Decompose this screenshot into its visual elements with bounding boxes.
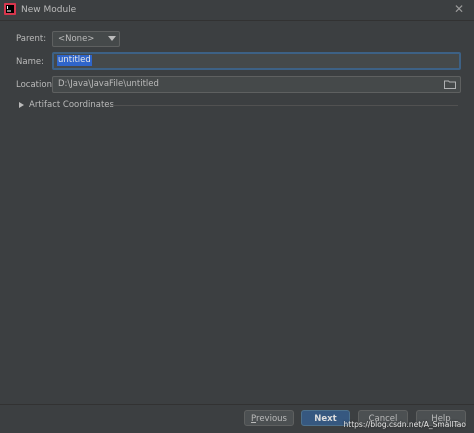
close-icon[interactable]: ✕ xyxy=(452,2,466,16)
name-input-value: untitled xyxy=(57,55,92,66)
previous-label: revious xyxy=(256,414,287,424)
parent-label: Parent: xyxy=(16,34,47,44)
parent-select[interactable]: <None> xyxy=(52,31,120,47)
footer-divider xyxy=(0,404,474,405)
intellij-icon xyxy=(4,3,16,15)
window-title: New Module xyxy=(21,5,77,15)
location-input-value: D:\Java\JavaFile\untitled xyxy=(58,79,159,89)
title-bar: New Module ✕ xyxy=(0,0,474,21)
previous-button[interactable]: Previous xyxy=(244,410,294,426)
location-label: Location: xyxy=(16,80,55,90)
chevron-down-icon xyxy=(108,36,116,41)
name-label: Name: xyxy=(16,57,44,67)
watermark: https://blog.csdn.net/A_SmallTao xyxy=(343,420,466,429)
section-divider xyxy=(108,105,458,106)
parent-select-value: <None> xyxy=(58,34,95,44)
location-input[interactable]: D:\Java\JavaFile\untitled xyxy=(52,76,461,93)
name-input[interactable]: untitled xyxy=(52,52,461,70)
folder-icon[interactable] xyxy=(444,80,456,89)
artifact-coordinates-label: Artifact Coordinates xyxy=(29,100,114,110)
chevron-right-icon xyxy=(19,102,24,108)
artifact-coordinates-section[interactable]: Artifact Coordinates xyxy=(18,99,458,111)
